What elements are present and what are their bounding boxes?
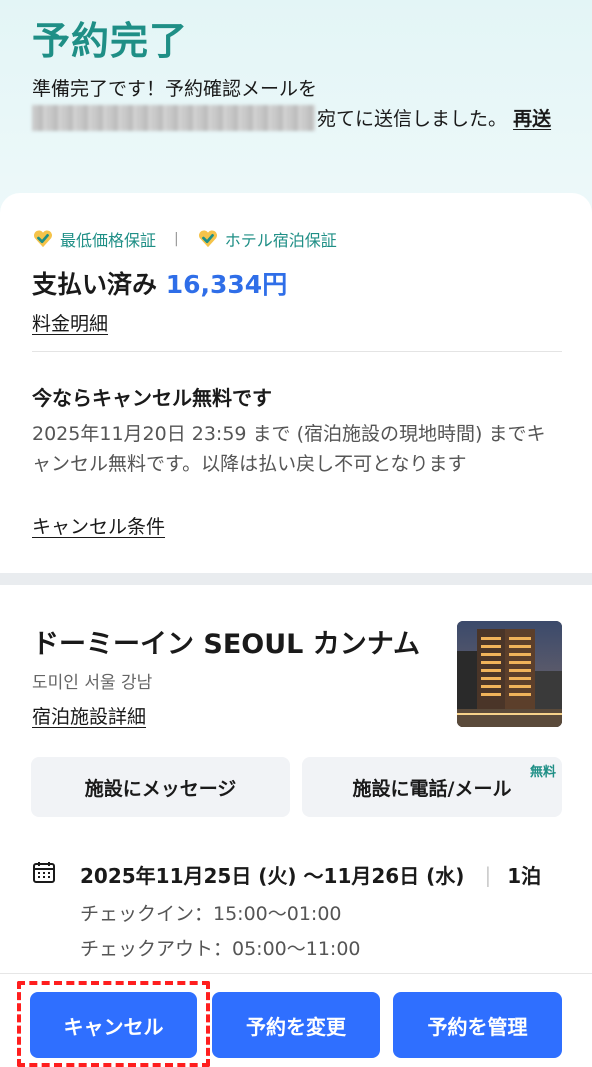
hotel-detail-link[interactable]: 宿泊施設詳細: [32, 702, 146, 729]
guarantee-label: 最低価格保証: [60, 231, 157, 250]
checkout-time: チェックアウト：05:00〜11:00: [80, 938, 361, 960]
confirmation-message: 準備完了です！予約確認メールを 宛てに送信しました。 再送: [32, 74, 562, 134]
divider: [32, 351, 562, 352]
confirmation-message-suffix: 宛てに送信しました。: [317, 108, 508, 130]
free-cancel-title: 今ならキャンセル無料です: [32, 386, 272, 410]
confirmation-message-line1: 準備完了です！予約確認メールを: [32, 78, 318, 100]
heart-check-icon: [33, 230, 53, 248]
hotel-name: ドーミーイン SEOUL カンナム: [32, 629, 420, 660]
checkin-time: チェックイン：15:00〜01:00: [80, 903, 342, 925]
redacted-email: [32, 105, 315, 131]
heart-check-icon: [198, 230, 217, 248]
change-booking-button[interactable]: 予約を変更: [212, 992, 380, 1058]
paid-label: 支払い済み: [32, 270, 158, 299]
stay-nights: 1泊: [507, 864, 542, 888]
confirmation-message-line2: 宛てに送信しました。 再送: [32, 104, 562, 134]
section-separator: [0, 573, 592, 585]
hotel-local-name: 도미인 서울 강남: [32, 673, 153, 693]
hotel-photo-image: [457, 621, 562, 727]
divider: |: [174, 231, 179, 247]
divider: |: [484, 862, 492, 887]
calendar-icon: [33, 862, 55, 883]
guarantee-label: ホテル宿泊保証: [224, 231, 337, 250]
guarantee-row: 最低価格保証 | ホテル宿泊保証: [32, 227, 337, 251]
guarantee-lowest-price: 最低価格保証: [32, 227, 156, 251]
guarantee-hotel-stay: ホテル宿泊保証: [197, 227, 337, 251]
fee-detail-link[interactable]: 料金明細: [32, 309, 108, 336]
message-property-button[interactable]: 施設にメッセージ: [31, 757, 290, 817]
bottom-action-bar: キャンセル 予約を変更 予約を管理: [0, 973, 592, 1067]
paid-total: 支払い済み 16,334円: [32, 265, 287, 301]
paid-amount: 16,334円: [165, 270, 288, 299]
free-badge: 無料: [529, 765, 556, 780]
page-title: 予約完了: [32, 19, 189, 63]
free-cancel-description: 2025年11月20日 23:59 まで (宿泊施設の現地時間) までキャンセル…: [32, 423, 546, 475]
resend-link[interactable]: 再送: [513, 108, 551, 130]
manage-booking-button[interactable]: 予約を管理: [393, 992, 562, 1058]
stay-dates: 2025年11月25日 (火) 〜11月26日 (水) | 1泊: [80, 860, 541, 889]
contact-property-button[interactable]: 施設に電話/メール 無料: [302, 757, 562, 817]
stay-date-range: 2025年11月25日 (火) 〜11月26日 (水): [80, 864, 465, 888]
payment-summary-card: 最低価格保証 | ホテル宿泊保証 支払い済み 16,334円 料金明細 今ならキ…: [0, 193, 592, 573]
hotel-photo[interactable]: [457, 621, 562, 727]
cancel-booking-button[interactable]: キャンセル: [30, 992, 197, 1058]
message-property-label: 施設にメッセージ: [84, 777, 237, 800]
contact-property-label: 施設に電話/メール: [352, 777, 512, 800]
cancel-terms-link[interactable]: キャンセル条件: [32, 512, 165, 539]
